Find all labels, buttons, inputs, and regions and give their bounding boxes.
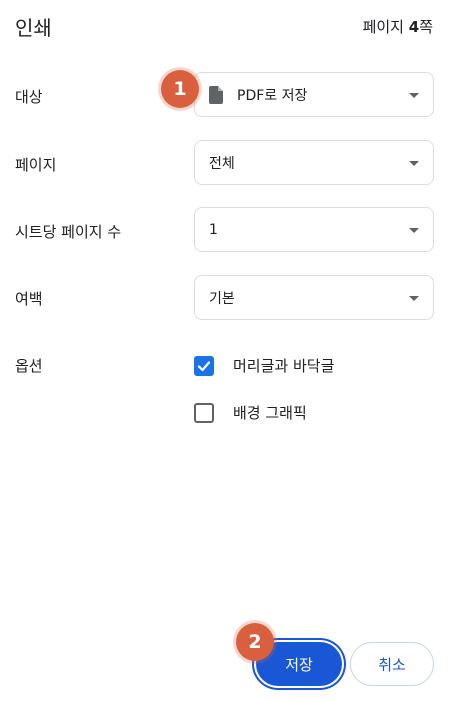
- dialog-title: 인쇄: [15, 16, 52, 40]
- pages-label: 페이지: [15, 156, 57, 174]
- chevron-down-icon: [409, 295, 419, 301]
- pages-per-sheet-select[interactable]: 1: [194, 207, 434, 252]
- headers-footers-option[interactable]: 머리글과 바닥글: [194, 355, 334, 376]
- margins-label: 여백: [15, 290, 43, 308]
- cancel-button[interactable]: 취소: [350, 642, 434, 686]
- background-graphics-option[interactable]: 배경 그래픽: [194, 402, 307, 423]
- destination-select[interactable]: PDF로 저장: [194, 72, 434, 117]
- page-count-prefix: 페이지: [362, 18, 409, 36]
- page-count: 페이지 4쪽: [363, 16, 433, 37]
- pages-per-sheet-label: 시트당 페이지 수: [15, 223, 122, 241]
- destination-label: 대상: [15, 88, 43, 106]
- page-count-suffix: 쪽: [419, 18, 433, 36]
- chevron-down-icon: [409, 160, 419, 166]
- margins-select[interactable]: 기본: [194, 275, 434, 320]
- document-icon: [209, 85, 223, 104]
- background-graphics-checkbox[interactable]: [194, 402, 214, 423]
- destination-value: PDF로 저장: [237, 87, 308, 104]
- print-dialog: 인쇄 페이지 4쪽 대상 PDF로 저장 페이지 전체 시트당 페이지 수 1 …: [0, 0, 451, 701]
- chevron-down-icon: [409, 92, 419, 98]
- pages-select[interactable]: 전체: [194, 140, 434, 185]
- headers-footers-checkbox[interactable]: [194, 355, 214, 376]
- margins-value: 기본: [209, 290, 235, 307]
- chevron-down-icon: [409, 227, 419, 233]
- background-graphics-label: 배경 그래픽: [233, 404, 307, 422]
- step-marker-2: 2: [236, 623, 274, 661]
- page-count-value: 4: [408, 18, 420, 36]
- pages-per-sheet-value: 1: [209, 221, 218, 238]
- options-label: 옵션: [15, 357, 43, 375]
- headers-footers-label: 머리글과 바닥글: [233, 357, 335, 375]
- step-marker-1: 1: [161, 70, 199, 108]
- checkmark-icon: [197, 360, 211, 371]
- pages-value: 전체: [209, 155, 235, 172]
